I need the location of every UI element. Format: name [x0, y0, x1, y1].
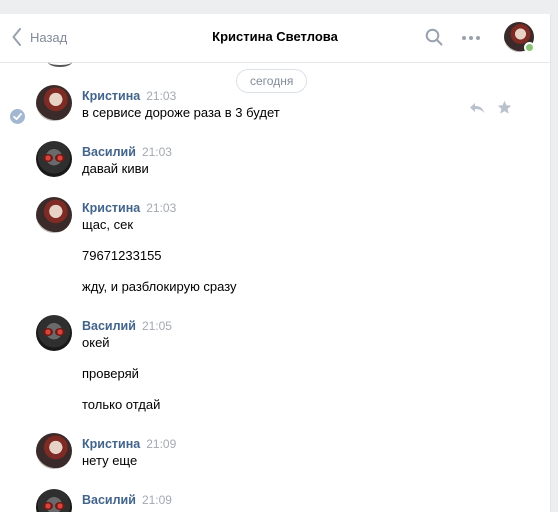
- avatar[interactable]: [36, 197, 72, 233]
- message-author[interactable]: Василий: [82, 319, 136, 333]
- reply-icon[interactable]: [469, 102, 485, 114]
- previous-message-edge: [48, 57, 72, 67]
- online-indicator: [524, 42, 535, 53]
- message-text: нету еще: [82, 453, 138, 468]
- avatar[interactable]: [36, 433, 72, 469]
- message-author[interactable]: Василий: [82, 145, 136, 159]
- message-time[interactable]: 21:05: [142, 319, 172, 333]
- message-text: жду, и разблокирую сразу: [82, 279, 237, 294]
- avatar[interactable]: [36, 141, 72, 177]
- message-time[interactable]: 21:03: [146, 89, 176, 103]
- message-author[interactable]: Кристина: [82, 437, 140, 451]
- message-text: 79671233155: [82, 248, 162, 263]
- chat-panel: Назад Кристина Светлова сегодня Кристина…: [0, 14, 551, 512]
- check-icon[interactable]: [10, 109, 25, 124]
- chat-header: Назад Кристина Светлова: [0, 14, 550, 63]
- message-author[interactable]: Василий: [82, 493, 136, 507]
- message-text: в сервисе дороже раза в 3 будет: [82, 105, 280, 120]
- message-time[interactable]: 21:09: [146, 437, 176, 451]
- message-text: только отдай: [82, 397, 161, 412]
- message-time[interactable]: 21:09: [142, 493, 172, 507]
- message-text: давай киви: [82, 161, 149, 176]
- message-time[interactable]: 21:03: [142, 145, 172, 159]
- message-text: щас, сек: [82, 217, 134, 232]
- more-icon: [462, 36, 466, 40]
- header-avatar[interactable]: [504, 22, 535, 53]
- more-button[interactable]: [462, 36, 480, 40]
- message-author[interactable]: Кристина: [82, 201, 140, 215]
- search-button[interactable]: [425, 28, 443, 51]
- message-time[interactable]: 21:03: [146, 201, 176, 215]
- message-text: проверяй: [82, 366, 139, 381]
- date-divider: сегодня: [236, 69, 308, 93]
- avatar[interactable]: [36, 315, 72, 351]
- message-text: окей: [82, 335, 110, 350]
- star-icon[interactable]: [497, 100, 512, 115]
- search-icon: [425, 28, 443, 46]
- avatar[interactable]: [36, 489, 72, 512]
- message-actions: [469, 100, 512, 115]
- avatar[interactable]: [36, 85, 72, 121]
- message-author[interactable]: Кристина: [82, 89, 140, 103]
